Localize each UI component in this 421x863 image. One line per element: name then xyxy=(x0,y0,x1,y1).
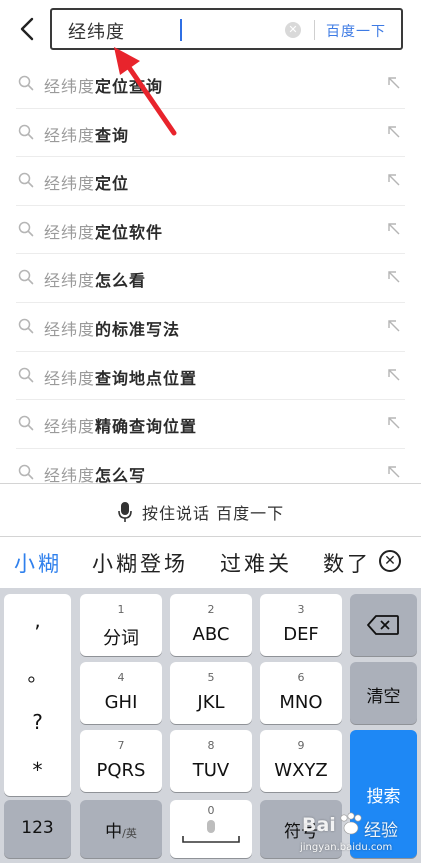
suggestion-list: 经纬度定位查询 经纬度查询 经纬度定位 经纬度定位软件 经纬度怎么看 经纬度的标准写法 经纬… xyxy=(0,60,421,498)
key-9[interactable]: 9 WXYZ xyxy=(260,730,342,792)
fill-query-arrow-icon[interactable] xyxy=(387,173,401,187)
backspace-icon xyxy=(367,615,399,635)
punctuation-key[interactable]: ? xyxy=(4,710,71,734)
suggestion-suffix: 定位软件 xyxy=(95,222,164,242)
voice-label: 按住说话 百度一下 xyxy=(142,504,285,523)
search-icon xyxy=(18,172,34,188)
suggestion-text: 经纬度怎么看 xyxy=(44,267,146,291)
search-icon xyxy=(18,75,34,91)
key-1[interactable]: 1 分词 xyxy=(80,594,162,656)
search-icon xyxy=(18,415,34,431)
key-5[interactable]: 5 JKL xyxy=(170,662,252,724)
suggestion-item[interactable]: 经纬度定位 xyxy=(16,157,405,206)
back-arrow-icon[interactable] xyxy=(14,14,40,44)
punctuation-key[interactable]: 。 xyxy=(4,658,71,687)
search-icon xyxy=(18,318,34,334)
fill-query-arrow-icon[interactable] xyxy=(387,465,401,479)
suggestion-suffix: 定位 xyxy=(95,174,130,194)
key-2[interactable]: 2 ABC xyxy=(170,594,252,656)
fill-query-arrow-icon[interactable] xyxy=(387,125,401,139)
search-icon xyxy=(18,464,34,480)
suggestion-item[interactable]: 经纬度定位查询 xyxy=(16,60,405,109)
fill-query-arrow-icon[interactable] xyxy=(387,222,401,236)
punctuation-key[interactable]: * xyxy=(4,758,71,782)
key-7[interactable]: 7 PQRS xyxy=(80,730,162,792)
suggestion-item[interactable]: 经纬度精确查询位置 xyxy=(16,400,405,449)
suggestion-suffix: 的标准写法 xyxy=(95,319,181,339)
suggestion-text: 经纬度精确查询位置 xyxy=(44,413,197,437)
key-6[interactable]: 6 MNO xyxy=(260,662,342,724)
key-8[interactable]: 8 TUV xyxy=(170,730,252,792)
candidate-item[interactable]: 数了 xyxy=(323,548,367,578)
suggestion-suffix: 怎么写 xyxy=(95,465,147,485)
suggestion-item[interactable]: 经纬度查询地点位置 xyxy=(16,352,405,401)
fill-query-arrow-icon[interactable] xyxy=(387,368,401,382)
annotation-arrow-icon xyxy=(114,47,177,136)
fill-query-arrow-icon[interactable] xyxy=(387,76,401,90)
suggestion-prefix: 经纬度 xyxy=(44,222,96,242)
suggestion-prefix: 经纬度 xyxy=(44,368,96,388)
suggestion-item[interactable]: 经纬度查询 xyxy=(16,109,405,158)
suggestion-text: 经纬度的标准写法 xyxy=(44,316,180,340)
microphone-icon xyxy=(118,502,132,522)
suggestion-item[interactable]: 经纬度定位软件 xyxy=(16,206,405,255)
voice-input-bar[interactable]: 按住说话 百度一下 xyxy=(0,483,421,537)
suggestion-prefix: 经纬度 xyxy=(44,125,96,145)
suggestion-prefix: 经纬度 xyxy=(44,77,96,96)
fill-query-arrow-icon[interactable] xyxy=(387,319,401,333)
suggestion-prefix: 经纬度 xyxy=(44,417,96,437)
suggestion-prefix: 经纬度 xyxy=(44,319,96,339)
suggestion-text: 经纬度定位 xyxy=(44,170,129,194)
search-icon xyxy=(18,367,34,382)
baidu-jingyan-watermark: Bai 经验 jingyan.baidu.com xyxy=(300,812,398,853)
suggestion-prefix: 经纬度 xyxy=(44,465,96,485)
candidate-bar: 小糊 小糊登场 过难关 数了 ✕ xyxy=(0,540,421,588)
suggestion-suffix: 精确查询位置 xyxy=(95,417,198,437)
search-submit-button[interactable]: 百度一下 xyxy=(326,21,386,41)
backspace-key[interactable] xyxy=(350,594,417,656)
divider xyxy=(314,20,315,40)
search-input[interactable]: 经纬度 xyxy=(68,18,125,44)
search-icon xyxy=(18,270,34,285)
search-icon xyxy=(18,221,34,237)
fill-query-arrow-icon[interactable] xyxy=(387,416,401,430)
search-icon xyxy=(18,124,34,139)
suggestion-suffix: 怎么看 xyxy=(95,271,147,291)
suggestion-text: 经纬度定位软件 xyxy=(44,219,163,243)
paw-logo-icon xyxy=(340,812,362,835)
close-candidates-icon[interactable]: ✕ xyxy=(379,550,401,572)
suggestion-prefix: 经纬度 xyxy=(44,174,96,194)
suggestion-text: 经纬度查询地点位置 xyxy=(44,365,197,389)
key-4[interactable]: 4 GHI xyxy=(80,662,162,724)
clear-icon[interactable]: ✕ xyxy=(285,22,301,38)
language-toggle-key[interactable]: 中/英 xyxy=(80,800,162,858)
numbers-key[interactable]: 123 xyxy=(4,800,71,858)
key-3[interactable]: 3 DEF xyxy=(260,594,342,656)
suggestion-suffix: 查询地点位置 xyxy=(95,368,198,388)
clear-key[interactable]: 清空 xyxy=(350,662,417,724)
text-cursor xyxy=(180,19,182,41)
space-microphone-icon xyxy=(182,820,240,843)
punctuation-column[interactable]: , 。 ? * xyxy=(4,594,71,796)
suggestion-prefix: 经纬度 xyxy=(44,271,96,291)
punctuation-key[interactable]: , xyxy=(4,608,71,632)
fill-query-arrow-icon[interactable] xyxy=(387,270,401,284)
candidate-item[interactable]: 小糊 xyxy=(14,548,62,578)
candidate-item[interactable]: 过难关 xyxy=(220,548,292,578)
screen: 经纬度 ✕ 百度一下 经纬度定位查询 经纬度查询 经纬度定位 经纬度定位软件 经纬度怎么… xyxy=(0,0,421,863)
suggestion-item[interactable]: 经纬度怎么看 xyxy=(16,254,405,303)
space-key[interactable]: 0 xyxy=(170,800,252,858)
search-box[interactable]: 经纬度 ✕ 百度一下 xyxy=(50,8,403,50)
suggestion-item[interactable]: 经纬度的标准写法 xyxy=(16,303,405,352)
candidate-item[interactable]: 小糊登场 xyxy=(92,548,188,578)
